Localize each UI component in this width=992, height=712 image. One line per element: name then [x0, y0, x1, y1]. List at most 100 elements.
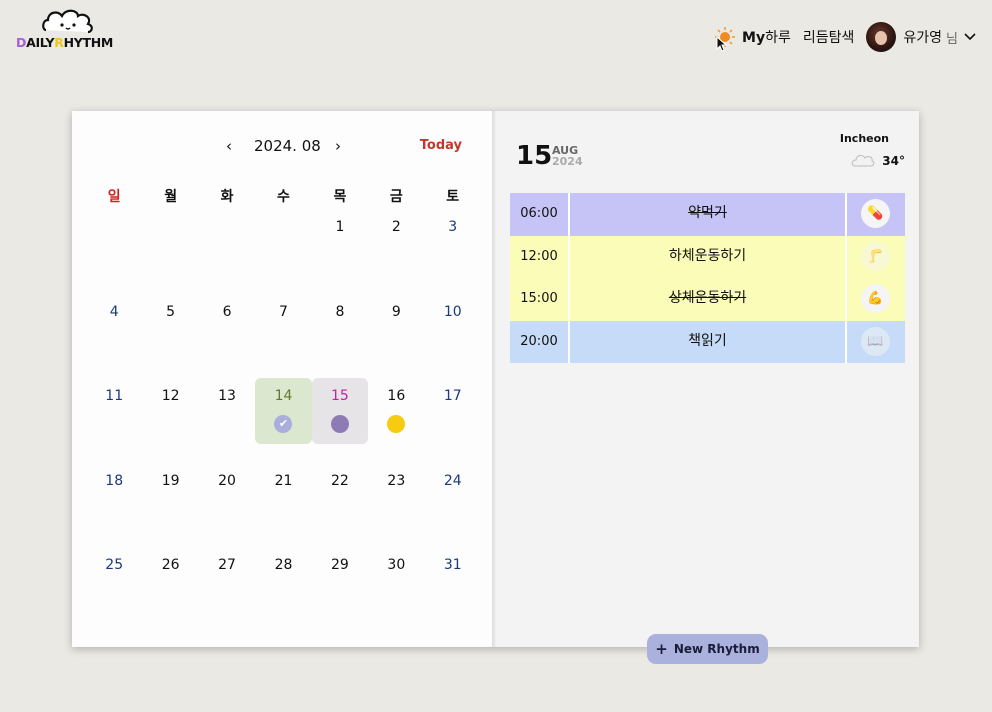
calendar-day[interactable]: 21 [255, 470, 311, 555]
day-number: 6 [222, 303, 232, 320]
task-title[interactable]: 하체운동하기 [570, 235, 847, 278]
calendar-day[interactable]: 27 [199, 554, 255, 639]
calendar-day[interactable]: 3 [425, 216, 481, 301]
task-icon-cell: 💊 [847, 193, 905, 236]
today-button[interactable]: Today [420, 138, 462, 153]
nav-day-label: 하루 [765, 30, 791, 46]
calendar-day[interactable]: 17 [425, 385, 481, 470]
nav-rhythm-search[interactable]: 리듬탐색 [803, 27, 855, 47]
day-number: 4 [109, 303, 119, 320]
calendar-week: 25 26 27 28 29 30 31 [86, 554, 481, 639]
calendar-week: 18 19 20 21 22 23 24 [86, 470, 481, 555]
calendar-day[interactable]: 16 [368, 385, 424, 470]
calendar-day[interactable]: 18 [86, 470, 142, 555]
task-time: 15:00 [510, 278, 570, 321]
calendar-day[interactable]: 10 [425, 301, 481, 386]
day-number: 30 [387, 557, 406, 573]
day-number: 2 [391, 219, 401, 235]
calendar-day[interactable]: 7 [255, 301, 311, 386]
calendar-day[interactable]: 11 [86, 385, 142, 470]
new-rhythm-button[interactable]: + New Rhythm [647, 634, 768, 664]
day-number: 17 [443, 388, 462, 404]
day-number: 8 [335, 303, 345, 320]
avatar[interactable] [866, 22, 897, 52]
weekday-mon: 월 [164, 189, 178, 205]
day-number: 26 [161, 557, 180, 573]
task-row[interactable]: 12:00 하체운동하기 🦵 [510, 235, 905, 279]
weather-city: Incheon [839, 132, 889, 145]
logo-text: DAILYRHYTHM [16, 35, 114, 50]
calendar-day[interactable]: 29 [312, 554, 368, 639]
task-time: 20:00 [510, 320, 570, 363]
calendar-day-empty [255, 216, 311, 301]
calendar-day[interactable]: 23 [368, 470, 424, 555]
task-time: 12:00 [510, 235, 570, 278]
calendar-day-empty [142, 216, 198, 301]
progress-dot [387, 415, 406, 433]
calendar-day[interactable]: 4 [86, 301, 142, 386]
day-number: 7 [279, 303, 288, 320]
calendar-day[interactable]: 25 [86, 554, 142, 639]
calendar-day[interactable]: 30 [368, 554, 424, 639]
weekday-sun: 일 [107, 189, 121, 205]
calendar-day[interactable]: 12 [142, 385, 198, 470]
task-row[interactable]: 15:00 상체운동하기 💪 [510, 278, 905, 321]
cloud-icon [851, 155, 875, 167]
leg-icon[interactable]: 🦵 [861, 241, 890, 271]
calendar-day[interactable]: 31 [425, 554, 481, 639]
calendar-day[interactable]: 22 [312, 470, 368, 555]
calendar-day[interactable]: 2 [368, 216, 424, 301]
calendar-day[interactable]: 5 [142, 301, 198, 386]
weekday-sat: 토 [446, 189, 460, 205]
day-number: 31 [443, 557, 462, 573]
pill-icon[interactable]: 💊 [861, 199, 890, 228]
task-icon-cell: 💪 [847, 278, 905, 321]
calendar-day[interactable]: 20 [199, 470, 255, 555]
weekday-tue: 화 [220, 189, 234, 205]
calendar-day[interactable]: 26 [142, 554, 198, 639]
calendar-day[interactable]: 19 [142, 470, 198, 555]
day-number: 23 [387, 472, 406, 489]
task-title[interactable]: 상체운동하기 [570, 278, 847, 321]
task-row[interactable]: 20:00 책읽기 📖 [510, 320, 905, 364]
calendar-panel: ‹ 2024. 08 › Today 일 월 화 수 목 금 토 1 2 3 4… [72, 111, 494, 647]
day-number: 22 [330, 472, 349, 489]
task-title[interactable]: 약먹기 [570, 193, 847, 236]
book-icon[interactable]: 📖 [861, 326, 890, 356]
calendar-day[interactable]: 1 [312, 216, 368, 301]
calendar-day[interactable]: 13 [199, 385, 255, 470]
task-row[interactable]: 06:00 약먹기 💊 [510, 193, 905, 236]
calendar-day[interactable]: 28 [255, 554, 311, 639]
task-icon-cell: 🦵 [847, 236, 905, 279]
prev-month-button[interactable]: ‹ [226, 137, 232, 155]
day-number: 16 [387, 388, 406, 404]
day-number: 5 [166, 303, 176, 320]
detail-month-year: AUG 2024 [552, 145, 583, 167]
calendar-day-selected[interactable]: 15 [311, 378, 369, 444]
day-number: 28 [274, 557, 293, 573]
chevron-down-icon[interactable] [964, 33, 976, 41]
day-number: 24 [443, 472, 462, 489]
user-name[interactable]: 유가영 [903, 27, 942, 47]
muscle-icon[interactable]: 💪 [861, 284, 890, 313]
next-month-button[interactable]: › [335, 137, 341, 155]
weekday-wed: 수 [277, 189, 290, 205]
task-title[interactable]: 책읽기 [570, 320, 847, 363]
calendar-week: 4 5 6 7 8 9 10 [86, 301, 481, 386]
day-number: 18 [105, 472, 124, 489]
calendar-day-today[interactable]: 14 ✔ [255, 378, 312, 444]
weekday-header: 일 월 화 수 목 금 토 [86, 186, 481, 206]
current-month: 2024. 08 [254, 137, 321, 155]
main-card: ‹ 2024. 08 › Today 일 월 화 수 목 금 토 1 2 3 4… [72, 111, 919, 647]
task-icon-cell: 📖 [847, 321, 905, 364]
day-number: 1 [335, 219, 345, 235]
nav-my-day[interactable]: My하루 [742, 27, 791, 47]
calendar-day[interactable]: 6 [199, 301, 255, 386]
day-number: 12 [161, 388, 180, 404]
calendar-day[interactable]: 8 [312, 301, 368, 386]
calendar-day[interactable]: 9 [368, 301, 424, 386]
logo[interactable]: DAILYRHYTHM [16, 8, 126, 52]
day-number: 11 [105, 388, 124, 404]
day-number: 10 [443, 303, 462, 320]
calendar-day[interactable]: 24 [425, 470, 481, 555]
